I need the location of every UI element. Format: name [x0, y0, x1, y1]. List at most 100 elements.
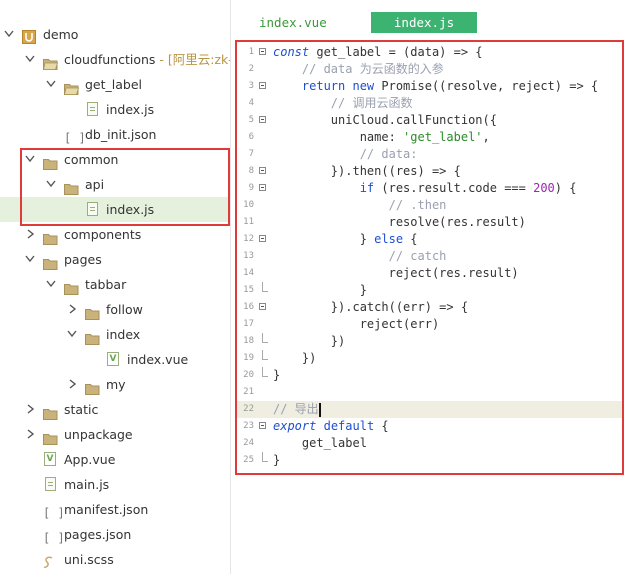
tree-item[interactable]: V App.vue — [0, 447, 230, 472]
code-text: export default { — [273, 419, 389, 433]
tree-item[interactable]: unpackage — [0, 422, 230, 447]
tab-index-vue[interactable]: index.vue — [259, 12, 327, 33]
scss-file-icon — [43, 553, 57, 568]
tree-item[interactable]: index.js — [0, 97, 230, 122]
code-line[interactable]: 23 export default { — [236, 418, 624, 435]
tree-item[interactable]: Vindex.vue — [0, 347, 230, 372]
fold-toggle-icon[interactable] — [259, 422, 266, 429]
code-line[interactable]: 24 get_label — [236, 435, 624, 452]
vue-file-icon: V — [107, 352, 119, 366]
fold-toggle-icon[interactable] — [259, 116, 266, 123]
folder-icon — [43, 428, 58, 445]
chevron-right-icon[interactable] — [25, 422, 35, 447]
code-text: uniCloud.callFunction({ — [273, 113, 497, 127]
tree-item[interactable]: [ ] pages.json — [0, 522, 230, 547]
code-text: } else { — [273, 232, 418, 246]
tree-item[interactable]: components — [0, 222, 230, 247]
line-number: 19 — [243, 353, 254, 363]
code-line[interactable]: 5 uniCloud.callFunction({ — [236, 112, 624, 129]
chevron-down-icon[interactable] — [46, 172, 56, 197]
tree-item-label: main.js — [64, 477, 110, 492]
tree-item[interactable]: [ ] manifest.json — [0, 497, 230, 522]
line-number: 1 — [248, 47, 254, 57]
code-line[interactable]: 14 reject(res.result) — [236, 265, 624, 282]
fold-toggle-icon[interactable] — [259, 235, 266, 242]
tree-item[interactable]: api — [0, 172, 230, 197]
tab-index-js[interactable]: index.js — [371, 12, 477, 33]
tree-item-label: components — [64, 227, 142, 242]
code-line[interactable]: 8 }).then((res) => { — [236, 163, 624, 180]
line-number: 10 — [243, 200, 254, 210]
tree-item[interactable]: my — [0, 372, 230, 397]
chevron-down-icon[interactable] — [4, 22, 14, 47]
tree-item[interactable]: tabbar — [0, 272, 230, 297]
code-line[interactable]: 16 }).catch((err) => { — [236, 299, 624, 316]
tree-item-label: my — [106, 377, 126, 392]
code-line[interactable]: 22 // 导出 — [236, 401, 624, 418]
folder-icon — [43, 153, 58, 170]
json-file-icon: [ ] — [64, 131, 86, 145]
json-file-icon: [ ] — [43, 531, 65, 545]
code-line[interactable]: 18 }) — [236, 333, 624, 350]
tree-item[interactable]: get_label — [0, 72, 230, 97]
fold-toggle-icon[interactable] — [259, 48, 266, 55]
tree-item-label: App.vue — [64, 452, 116, 467]
tree-item[interactable]: main.js — [0, 472, 230, 497]
chevron-right-icon[interactable] — [25, 397, 35, 422]
code-line[interactable]: 19 }) — [236, 350, 624, 367]
code-line[interactable]: 20} — [236, 367, 624, 384]
tree-item[interactable]: [ ] db_init.json — [0, 122, 230, 147]
chevron-right-icon[interactable] — [25, 222, 35, 247]
project-icon — [22, 27, 36, 44]
folder-icon — [64, 278, 79, 295]
code-line[interactable]: 10 // .then — [236, 197, 624, 214]
tree-item[interactable]: cloudfunctions - [阿里云:zk-d — [0, 47, 230, 72]
code-line[interactable]: 13 // catch — [236, 248, 624, 265]
tree-item[interactable]: demo — [0, 22, 230, 47]
code-line[interactable]: 1 const get_label = (data) => { — [236, 44, 624, 61]
code-line[interactable]: 7 // data: — [236, 146, 624, 163]
folder-icon — [85, 303, 100, 320]
code-text: }) — [273, 334, 346, 348]
chevron-down-icon[interactable] — [25, 147, 35, 172]
tree-item[interactable]: static — [0, 397, 230, 422]
line-number: 9 — [248, 183, 254, 193]
chevron-right-icon[interactable] — [67, 372, 77, 397]
code-line[interactable]: 15 } — [236, 282, 624, 299]
chevron-down-icon[interactable] — [25, 47, 35, 72]
tree-item[interactable]: uni.scss — [0, 547, 230, 572]
code-line[interactable]: 2 // data 为云函数的入参 — [236, 61, 624, 78]
code-line[interactable]: 9 if (res.result.code === 200) { — [236, 180, 624, 197]
chevron-down-icon[interactable] — [67, 322, 77, 347]
fold-toggle-icon[interactable] — [259, 303, 266, 310]
fold-toggle-icon[interactable] — [259, 82, 266, 89]
chevron-down-icon[interactable] — [25, 247, 35, 272]
tree-item-label: pages.json — [64, 527, 132, 542]
tree-item[interactable]: pages — [0, 247, 230, 272]
tree-item[interactable]: follow — [0, 297, 230, 322]
code-line[interactable]: 12 } else { — [236, 231, 624, 248]
tree-item[interactable]: index — [0, 322, 230, 347]
tree-item[interactable]: index.js — [0, 197, 230, 222]
code-line[interactable]: 4 // 调用云函数 — [236, 95, 624, 112]
line-number: 25 — [243, 455, 254, 465]
chevron-right-icon[interactable] — [67, 297, 77, 322]
code-line[interactable]: 3 return new Promise((resolve, reject) =… — [236, 78, 624, 95]
code-line[interactable]: 17 reject(err) — [236, 316, 624, 333]
tree-item-label: static — [64, 402, 99, 417]
chevron-down-icon[interactable] — [46, 272, 56, 297]
fold-toggle-icon[interactable] — [259, 167, 266, 174]
chevron-down-icon[interactable] — [46, 72, 56, 97]
code-text: // .then — [388, 198, 447, 212]
code-editor[interactable]: 1 const get_label = (data) => {2 // data … — [236, 42, 624, 472]
tree-item[interactable]: common — [0, 147, 230, 172]
code-line[interactable]: 25} — [236, 452, 624, 469]
code-line[interactable]: 11 resolve(res.result) — [236, 214, 624, 231]
folder-icon — [43, 228, 58, 245]
code-text: reject(res.result) — [273, 266, 519, 280]
fold-toggle-icon[interactable] — [259, 184, 266, 191]
code-line[interactable]: 6 name: 'get_label', — [236, 129, 624, 146]
code-text: } — [273, 283, 367, 297]
code-line[interactable]: 21 — [236, 384, 624, 401]
line-number: 6 — [248, 132, 254, 142]
